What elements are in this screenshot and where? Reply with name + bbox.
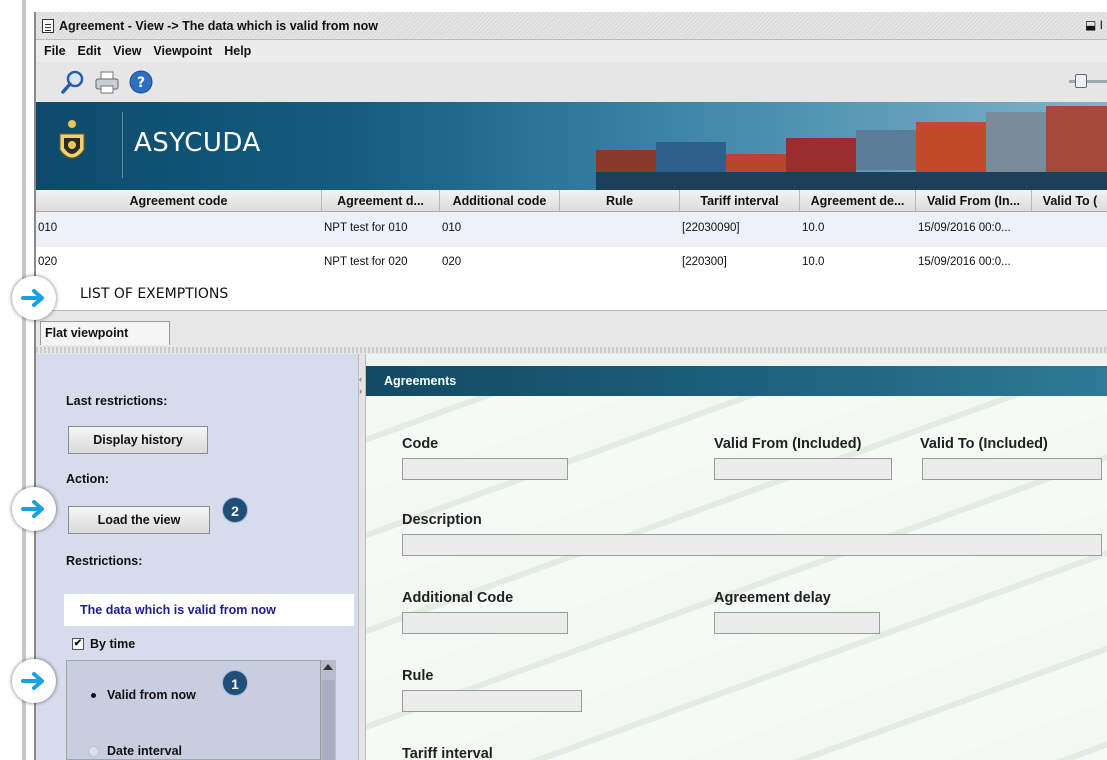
valid-to-label: Valid To (Included) — [920, 436, 1048, 452]
scroll-thumb[interactable] — [322, 680, 335, 760]
print-icon[interactable] — [92, 67, 122, 97]
svg-text:?: ? — [137, 75, 145, 91]
restrictions-label: Restrictions: — [66, 554, 143, 568]
by-time-label: By time — [90, 637, 136, 651]
exemptions-annotation: LIST OF EXEMPTIONS — [36, 272, 1107, 310]
additional-code-field[interactable] — [402, 612, 568, 634]
table-cell: 15/09/2016 00:0... — [918, 222, 1011, 234]
display-history-button[interactable]: Display history — [68, 426, 208, 454]
date-interval-label: Date interval — [107, 744, 183, 758]
table-cell: [22030090] — [682, 222, 740, 234]
menu-bar: File Edit View Viewpoint Help — [36, 40, 1107, 62]
title-bar: Agreement - View -> The data which is va… — [36, 12, 1107, 40]
container-graphic — [786, 138, 856, 172]
container-graphic — [916, 122, 986, 172]
table-header: Agreement code Agreement d... Additional… — [36, 190, 1107, 212]
valid-from-now-radio[interactable]: Valid from now — [88, 688, 196, 702]
agreement-form: Agreements Code Valid From (Included) Va… — [366, 354, 1107, 760]
splitter-handle[interactable] — [36, 347, 1107, 353]
table-cell: NPT test for 010 — [324, 222, 408, 234]
agreement-delay-field[interactable] — [714, 612, 880, 634]
description-field[interactable] — [402, 534, 1102, 556]
valid-from-now-label: Valid from now — [107, 688, 196, 702]
container-graphic — [596, 150, 656, 172]
valid-from-label: Valid From (Included) — [714, 436, 862, 452]
help-icon[interactable]: ? — [126, 67, 156, 97]
description-label: Description — [402, 512, 482, 528]
container-graphic — [656, 142, 726, 172]
panel-divider[interactable]: ‹ › — [358, 354, 366, 760]
options-scrollbar[interactable] — [320, 660, 336, 760]
rule-field[interactable] — [402, 690, 582, 712]
checkmark-icon: ✔ — [72, 638, 84, 650]
scroll-up-icon[interactable] — [323, 664, 333, 670]
column-header[interactable]: Agreement d... — [322, 190, 440, 211]
table-cell — [560, 213, 680, 243]
last-restrictions-label: Last restrictions: — [66, 394, 168, 408]
container-graphic — [856, 130, 916, 170]
container-graphic — [1046, 106, 1107, 176]
column-header[interactable]: Rule — [560, 190, 680, 211]
load-view-button[interactable]: Load the view — [68, 506, 210, 534]
brand-name: ASYCUDA — [134, 128, 261, 158]
asycuda-banner: ASYCUDA — [36, 102, 1107, 190]
arrow-pointer-icon — [12, 276, 56, 320]
table-row[interactable]: 010 NPT test for 010 010 [22030090] 10.0… — [36, 213, 1107, 243]
agreement-delay-label: Agreement delay — [714, 590, 831, 606]
search-icon[interactable] — [58, 67, 88, 97]
code-label: Code — [402, 436, 439, 452]
banner-separator — [122, 112, 123, 178]
arrow-pointer-icon — [12, 487, 56, 531]
valid-to-field[interactable] — [922, 458, 1102, 480]
menu-viewpoint[interactable]: Viewpoint — [153, 44, 212, 58]
table-cell: 10.0 — [802, 222, 825, 234]
step-badge-2: 2 — [222, 497, 248, 523]
menu-edit[interactable]: Edit — [78, 44, 102, 58]
column-header[interactable]: Agreement de... — [800, 190, 916, 211]
application-window: Agreement - View -> The data which is va… — [34, 12, 1107, 760]
collapse-left-icon[interactable]: ‹ — [359, 374, 362, 384]
by-time-checkbox[interactable]: ✔ By time — [72, 637, 135, 651]
radio-empty-icon — [88, 745, 99, 757]
restriction-panel: Last restrictions: Display history Actio… — [36, 354, 358, 760]
window-title: Agreement - View -> The data which is va… — [59, 18, 378, 33]
container-graphic — [986, 112, 1046, 172]
menu-view[interactable]: View — [113, 44, 141, 58]
additional-code-label: Additional Code — [402, 590, 514, 606]
column-header[interactable]: Valid From (In... — [916, 190, 1032, 211]
column-header[interactable]: Valid To ( — [1032, 190, 1107, 211]
document-icon — [42, 18, 54, 33]
radio-selected-icon — [88, 689, 99, 701]
toolbar: ? — [36, 62, 1107, 102]
container-graphic — [596, 172, 1107, 190]
list-of-exemptions-label: LIST OF EXEMPTIONS — [80, 286, 229, 302]
tab-flat-viewpoint[interactable]: Flat viewpoint — [40, 321, 170, 345]
restore-icon[interactable]: ⬓ I — [1085, 18, 1103, 32]
date-interval-radio[interactable]: Date interval — [88, 744, 182, 758]
emblem-icon — [54, 116, 90, 172]
table-cell — [1032, 213, 1107, 243]
menu-help[interactable]: Help — [224, 44, 251, 58]
menu-file[interactable]: File — [44, 44, 66, 58]
tariff-interval-label: Tariff interval — [402, 746, 493, 760]
form-header: Agreements — [366, 366, 1107, 396]
collapse-right-icon[interactable]: › — [359, 386, 362, 396]
left-edge — [0, 0, 34, 760]
column-header[interactable]: Additional code — [440, 190, 560, 211]
code-field[interactable] — [402, 458, 568, 480]
arrow-pointer-icon — [12, 659, 56, 703]
slider-thumb[interactable] — [1075, 74, 1087, 88]
column-header[interactable]: Tariff interval — [680, 190, 800, 211]
table-cell: 010 — [38, 222, 58, 234]
action-label: Action: — [66, 472, 110, 486]
rule-label: Rule — [402, 668, 434, 684]
restriction-text: The data which is valid from now — [64, 594, 354, 626]
column-header[interactable]: Agreement code — [36, 190, 322, 211]
table-cell: 010 — [442, 222, 462, 234]
step-badge-1: 1 — [222, 670, 248, 696]
valid-from-field[interactable] — [714, 458, 892, 480]
zoom-slider[interactable] — [1069, 74, 1107, 88]
